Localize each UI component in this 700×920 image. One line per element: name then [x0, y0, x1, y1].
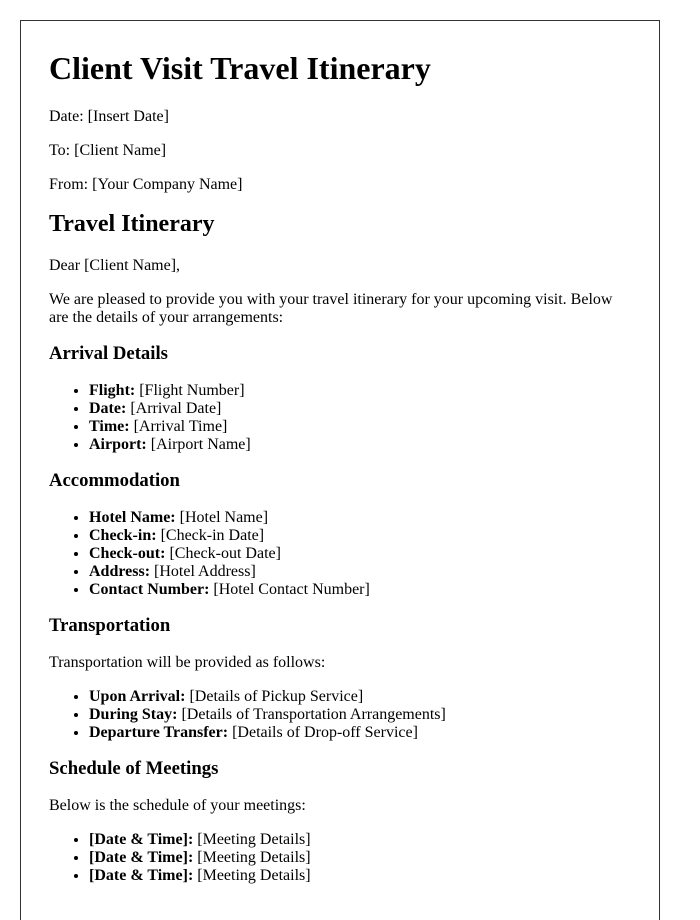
item-value: [Hotel Name] [179, 509, 269, 526]
item-value: [Check-out Date] [169, 545, 281, 562]
accommodation-list: Hotel Name: [Hotel Name] Check-in: [Chec… [49, 509, 631, 599]
item-label: Contact Number: [89, 581, 210, 598]
meetings-list: [Date & Time]: [Meeting Details] [Date &… [49, 831, 631, 885]
intro-paragraph: We are pleased to provide you with your … [49, 291, 613, 326]
list-item: Check-out: [Check-out Date] [89, 545, 631, 563]
meta-to: To: [Client Name] [49, 142, 631, 160]
item-value: [Details of Drop-off Service] [232, 724, 418, 741]
item-label: [Date & Time]: [89, 867, 194, 884]
list-item: Departure Transfer: [Details of Drop-off… [89, 724, 631, 742]
item-label: Check-in: [89, 527, 157, 544]
meta-to-label: To: [49, 142, 71, 159]
item-value: [Details of Transportation Arrangements] [181, 706, 446, 723]
letter-meta: Date: [Insert Date] To: [Client Name] Fr… [49, 108, 631, 194]
list-item: Upon Arrival: [Details of Pickup Service… [89, 688, 631, 706]
item-label: Flight: [89, 382, 136, 399]
list-item: [Date & Time]: [Meeting Details] [89, 849, 631, 867]
arrival-list: Flight: [Flight Number] Date: [Arrival D… [49, 382, 631, 454]
transportation-list: Upon Arrival: [Details of Pickup Service… [49, 688, 631, 742]
list-item: Airport: [Airport Name] [89, 436, 631, 454]
transportation-heading: Transportation [49, 615, 171, 636]
section-title: Travel Itinerary [49, 211, 215, 237]
item-value: [Hotel Address] [154, 563, 256, 580]
item-value: [Airport Name] [150, 436, 251, 453]
item-value: [Meeting Details] [197, 849, 311, 866]
item-label: Time: [89, 418, 130, 435]
item-label: Check-out: [89, 545, 166, 562]
item-value: [Meeting Details] [197, 831, 311, 848]
item-value: [Flight Number] [139, 382, 245, 399]
list-item: Date: [Arrival Date] [89, 400, 631, 418]
item-value: [Details of Pickup Service] [189, 688, 364, 705]
list-item: Contact Number: [Hotel Contact Number] [89, 581, 631, 599]
list-item: Time: [Arrival Time] [89, 418, 631, 436]
item-label: Date: [89, 400, 127, 417]
item-label: Hotel Name: [89, 509, 176, 526]
meta-date-value: [Insert Date] [87, 108, 169, 125]
item-value: [Arrival Time] [133, 418, 228, 435]
accommodation-heading: Accommodation [49, 470, 180, 491]
meta-from: From: [Your Company Name] [49, 176, 631, 194]
item-value: [Hotel Contact Number] [213, 581, 370, 598]
greeting: Dear [Client Name], [49, 257, 181, 274]
arrival-heading: Arrival Details [49, 343, 168, 364]
list-item: [Date & Time]: [Meeting Details] [89, 831, 631, 849]
list-item: Check-in: [Check-in Date] [89, 527, 631, 545]
item-value: [Arrival Date] [130, 400, 222, 417]
item-label: Departure Transfer: [89, 724, 229, 741]
meta-date-label: Date: [49, 108, 84, 125]
item-label: [Date & Time]: [89, 849, 194, 866]
item-value: [Check-in Date] [160, 527, 265, 544]
item-label: Address: [89, 563, 151, 580]
document-title: Client Visit Travel Itinerary [49, 50, 431, 86]
list-item: [Date & Time]: [Meeting Details] [89, 867, 631, 885]
item-label: [Date & Time]: [89, 831, 194, 848]
meta-date: Date: [Insert Date] [49, 108, 631, 126]
list-item: During Stay: [Details of Transportation … [89, 706, 631, 724]
meta-to-value: [Client Name] [74, 142, 167, 159]
item-value: [Meeting Details] [197, 867, 311, 884]
item-label: During Stay: [89, 706, 178, 723]
meta-from-value: [Your Company Name] [92, 176, 243, 193]
document-page: Client Visit Travel Itinerary Date: [Ins… [20, 20, 660, 920]
meetings-heading: Schedule of Meetings [49, 758, 219, 779]
meta-from-label: From: [49, 176, 89, 193]
list-item: Flight: [Flight Number] [89, 382, 631, 400]
list-item: Hotel Name: [Hotel Name] [89, 509, 631, 527]
list-item: Address: [Hotel Address] [89, 563, 631, 581]
meetings-intro: Below is the schedule of your meetings: [49, 797, 306, 814]
transportation-intro: Transportation will be provided as follo… [49, 654, 326, 671]
item-label: Airport: [89, 436, 147, 453]
item-label: Upon Arrival: [89, 688, 186, 705]
